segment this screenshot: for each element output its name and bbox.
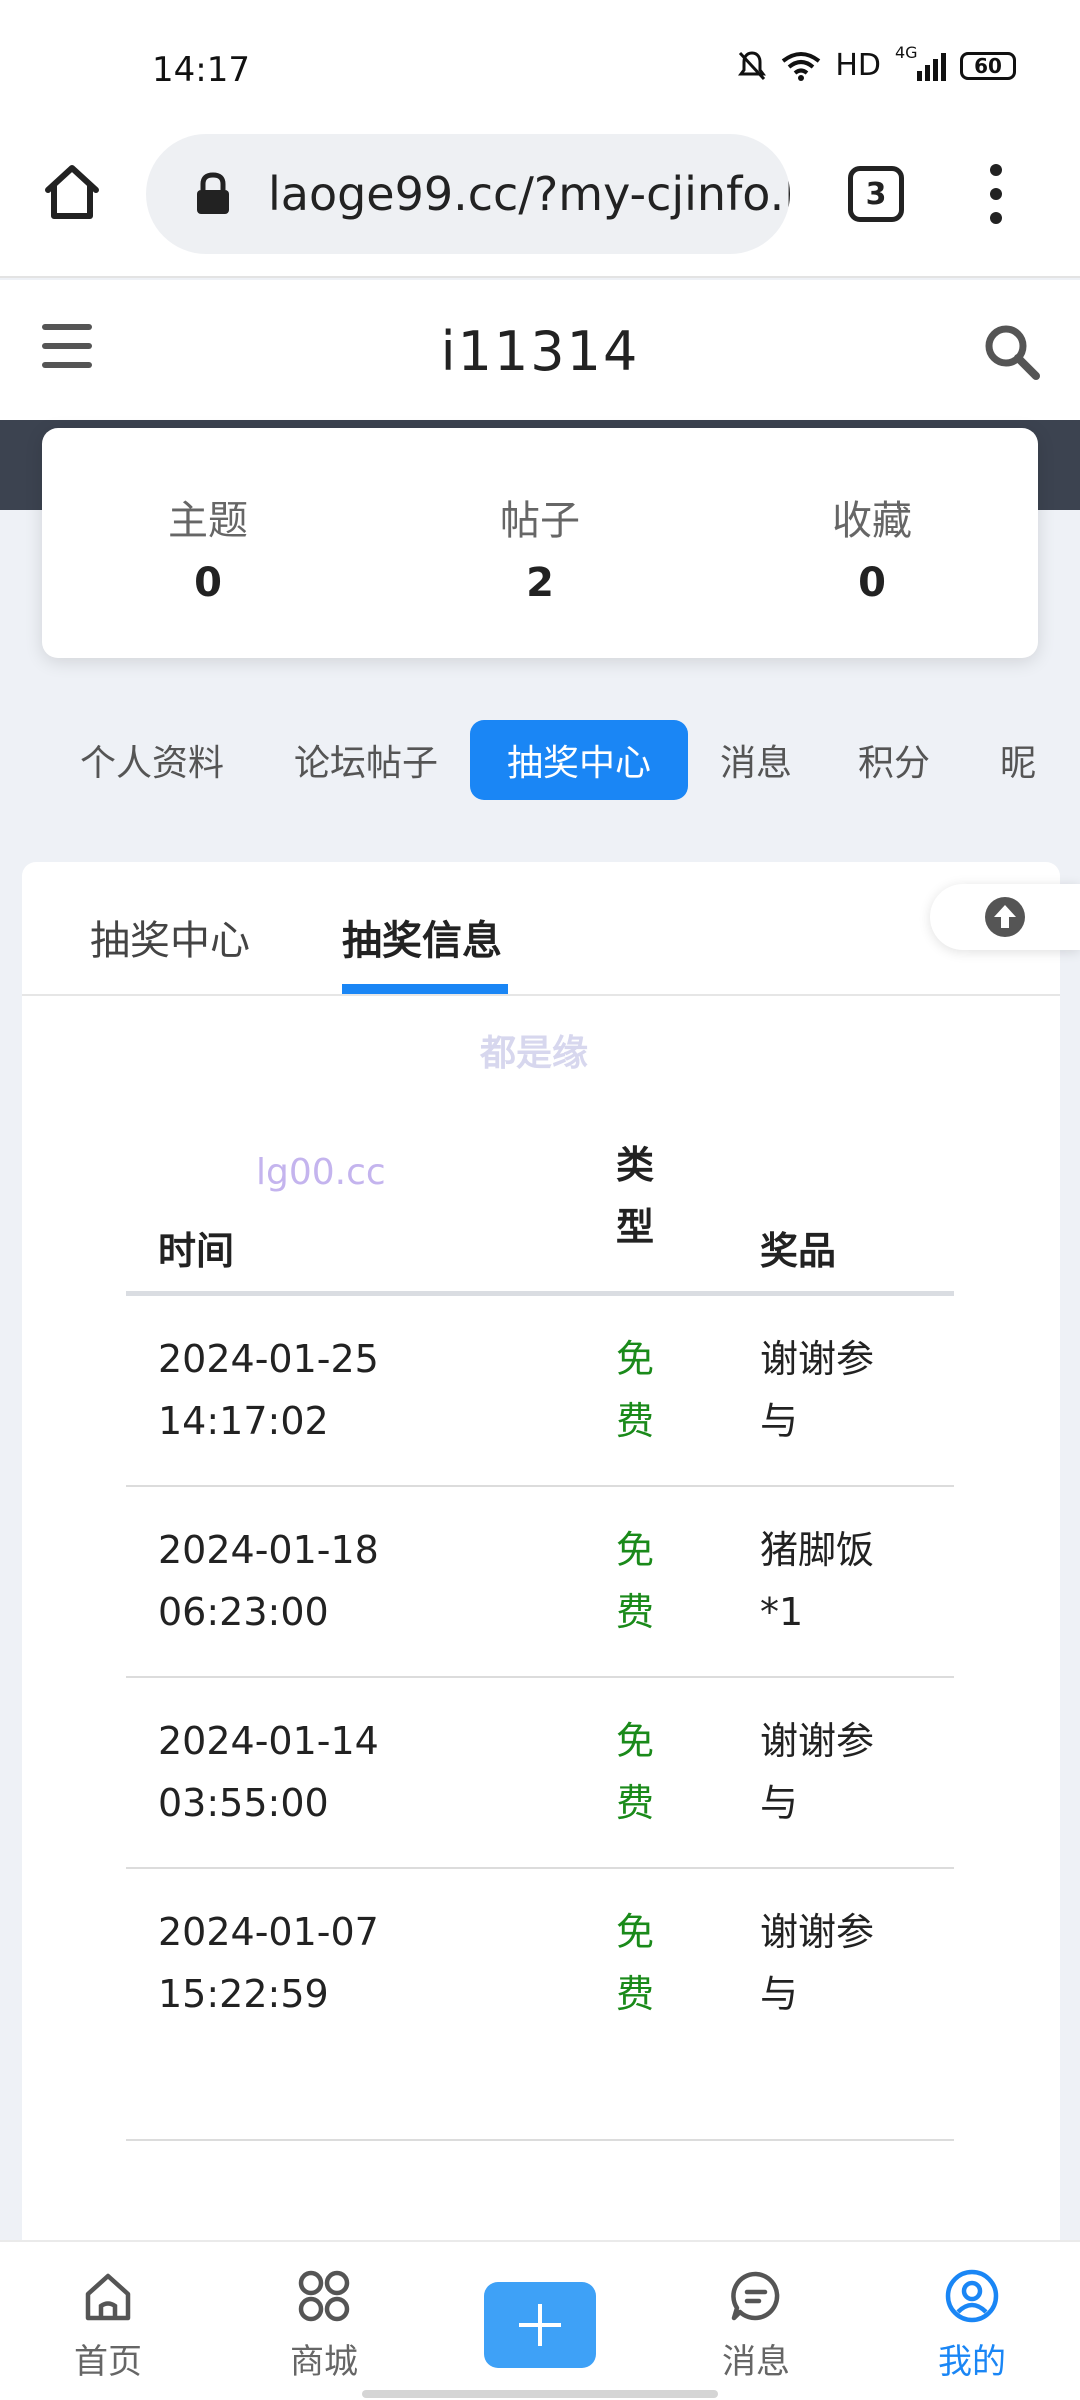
profile-nav-tabs: 个人资料 论坛帖子 抽奖中心 消息 积分 昵 <box>0 720 1080 800</box>
stats-card: 主题 0 帖子 2 收藏 0 <box>42 428 1038 658</box>
home-icon[interactable] <box>40 160 104 224</box>
tab-points[interactable]: 积分 <box>852 720 936 800</box>
nav-label: 我的 <box>938 2342 1006 2382</box>
stat-value: 0 <box>858 560 886 606</box>
row-type: 免费 <box>616 1910 655 2016</box>
active-tab-indicator <box>342 984 508 994</box>
row-prize: 谢谢参与 <box>760 1337 875 1443</box>
table-header: 时间 类型 奖品 <box>126 1130 954 1296</box>
watermark-text: 都是缘 <box>480 1033 589 1074</box>
stat-value: 0 <box>194 560 222 606</box>
tab-nickname[interactable]: 昵 <box>996 720 1040 800</box>
stat-label: 收藏 <box>832 498 912 544</box>
row-time: 2024-01-25 14:17:02 <box>158 1337 379 1443</box>
sub-tabs: 抽奖中心 抽奖信息 <box>22 862 1060 996</box>
arrow-up-circle-icon <box>985 897 1025 937</box>
table-row: 2024-01-07 15:22:59 免费 谢谢参与 <box>126 1869 954 2141</box>
row-type: 免费 <box>616 1528 655 1634</box>
row-time: 2024-01-07 15:22:59 <box>158 1910 379 2016</box>
stat-label: 主题 <box>168 498 248 544</box>
nav-mine[interactable]: 我的 <box>912 2268 1032 2383</box>
nav-label: 首页 <box>74 2342 142 2382</box>
battery-icon: 60 <box>960 51 1016 80</box>
row-prize: 谢谢参与 <box>760 1910 875 2016</box>
row-time: 2024-01-18 06:23:00 <box>158 1528 379 1634</box>
status-bar: 14:17 HD 4G 60 <box>0 0 1080 130</box>
lock-icon <box>197 172 229 214</box>
wifi-icon <box>782 51 821 81</box>
subtab-lottery-center[interactable]: 抽奖中心 <box>90 908 250 966</box>
home-icon <box>85 2273 131 2321</box>
row-type: 免费 <box>616 1719 655 1825</box>
chat-icon <box>731 2271 780 2321</box>
user-icon <box>945 2269 999 2323</box>
new-post-button[interactable] <box>484 2282 596 2368</box>
subtab-lottery-info[interactable]: 抽奖信息 <box>342 908 502 966</box>
search-icon[interactable] <box>980 320 1044 384</box>
address-bar[interactable]: laoge99.cc/?my-cjinfo.l <box>146 134 790 254</box>
header-time: 时间 <box>158 1229 235 1273</box>
more-menu-icon[interactable] <box>986 164 1006 224</box>
status-icons: HD 4G 60 <box>737 43 1016 83</box>
bell-off-icon <box>738 50 767 80</box>
stat-favorites[interactable]: 收藏 0 <box>706 428 1038 658</box>
plus-icon <box>519 2304 561 2346</box>
row-time: 2024-01-14 03:55:00 <box>158 1719 379 1825</box>
table-row: 2024-01-18 06:23:00 免费 猪脚饭*1 <box>126 1487 954 1678</box>
nav-label: 消息 <box>722 2342 790 2382</box>
url-text: laoge99.cc/?my-cjinfo.l <box>268 167 790 221</box>
tab-switcher-button[interactable]: 3 <box>848 166 904 222</box>
scroll-top-button[interactable] <box>930 884 1080 950</box>
network-type: HD <box>835 48 881 83</box>
lottery-records-table: 时间 类型 奖品 2024-01-25 14:17:02 免费 谢谢参与 202… <box>126 1130 954 2141</box>
header-type: 类型 <box>616 1143 655 1249</box>
page-title: i11314 <box>440 320 640 383</box>
watermark-domain: lg00.cc <box>256 1152 386 1193</box>
header-prize: 奖品 <box>760 1229 837 1273</box>
stat-label: 帖子 <box>500 498 580 544</box>
browser-toolbar: laoge99.cc/?my-cjinfo.l 3 <box>0 130 1080 278</box>
signal-label: 4G <box>895 42 918 62</box>
site-header: i11314 <box>0 280 1080 420</box>
nav-shop[interactable]: 商城 <box>264 2268 384 2383</box>
tab-lottery-center[interactable]: 抽奖中心 <box>470 720 688 800</box>
row-type: 免费 <box>616 1337 655 1443</box>
grid-icon <box>298 2270 350 2322</box>
table-row: 2024-01-25 14:17:02 免费 谢谢参与 <box>126 1296 954 1487</box>
nav-home[interactable]: 首页 <box>48 2268 168 2383</box>
tab-forum-posts[interactable]: 论坛帖子 <box>284 720 448 800</box>
row-prize: 谢谢参与 <box>760 1719 875 1825</box>
signal-icon: 4G <box>895 43 946 81</box>
home-indicator <box>362 2390 718 2398</box>
bottom-nav: 首页 商城 消息 我的 <box>0 2240 1080 2400</box>
nav-messages[interactable]: 消息 <box>696 2268 816 2383</box>
stat-topics[interactable]: 主题 0 <box>42 428 374 658</box>
table-row: 2024-01-14 03:55:00 免费 谢谢参与 <box>126 1678 954 1869</box>
tab-messages[interactable]: 消息 <box>714 720 798 800</box>
row-prize: 猪脚饭*1 <box>760 1528 875 1634</box>
nav-label: 商城 <box>290 2342 358 2382</box>
stat-value: 2 <box>526 560 554 606</box>
stat-posts[interactable]: 帖子 2 <box>374 428 706 658</box>
status-time: 14:17 <box>152 50 250 90</box>
tab-profile[interactable]: 个人资料 <box>70 720 234 800</box>
